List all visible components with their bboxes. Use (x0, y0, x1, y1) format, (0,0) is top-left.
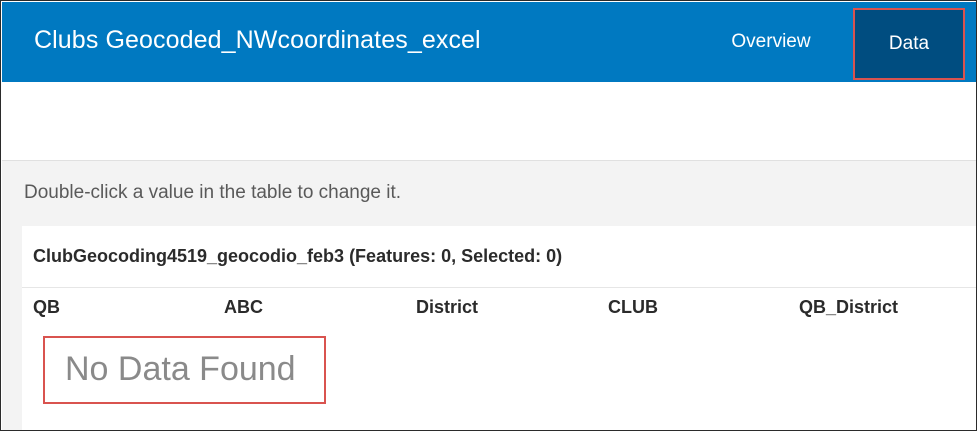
edit-hint: Double-click a value in the table to cha… (24, 182, 402, 203)
column-header-abc[interactable]: ABC (224, 297, 263, 318)
tab-overview[interactable]: Overview (704, 2, 838, 82)
empty-state-highlight: No Data Found (43, 336, 326, 404)
divider (22, 287, 976, 288)
page-title: Clubs Geocoded_NWcoordinates_excel (34, 26, 481, 54)
tab-data[interactable]: Data (853, 8, 965, 80)
no-data-message: No Data Found (65, 350, 296, 388)
toolbar-area (2, 82, 976, 161)
column-header-club[interactable]: CLUB (608, 297, 658, 318)
data-table: ClubGeocoding4519_geocodio_feb3 (Feature… (22, 226, 976, 430)
column-header-qb-district[interactable]: QB_District (799, 297, 898, 318)
column-header-district[interactable]: District (416, 297, 478, 318)
app-header: Clubs Geocoded_NWcoordinates_excel Overv… (2, 2, 976, 82)
column-header-qb[interactable]: QB (33, 297, 60, 318)
app-window: Clubs Geocoded_NWcoordinates_excel Overv… (0, 0, 977, 431)
table-caption: ClubGeocoding4519_geocodio_feb3 (Feature… (33, 246, 563, 266)
data-content: Double-click a value in the table to cha… (2, 161, 976, 430)
